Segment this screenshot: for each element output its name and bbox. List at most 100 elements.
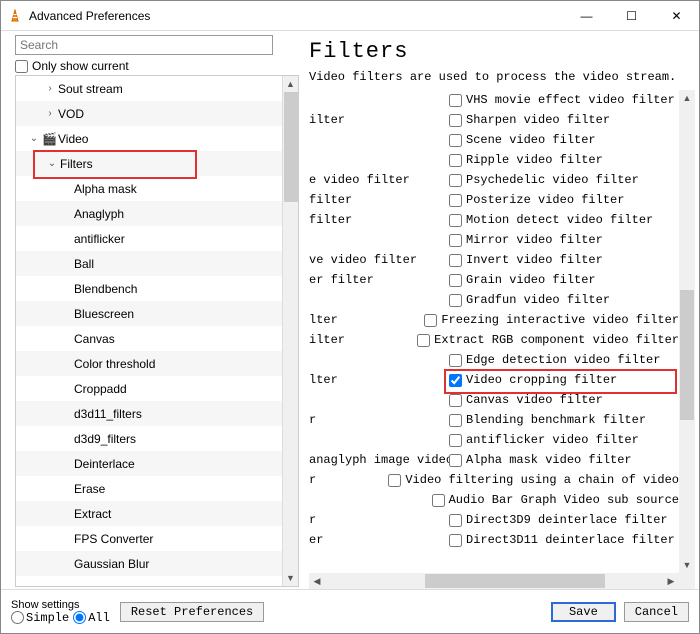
only-show-current-label: Only show current — [32, 59, 129, 73]
tree-item-extract[interactable]: Extract — [16, 501, 282, 526]
filter-list: VHS movie effect video filterilterSharpe… — [309, 90, 679, 573]
tree-item-label: Erase — [74, 482, 105, 496]
tree-item-label: antiflicker — [74, 232, 125, 246]
scroll-up-icon[interactable]: ▲ — [283, 76, 298, 92]
filter-label: Scene video filter — [466, 133, 596, 147]
tree-item-d3d11-filters[interactable]: d3d11_filters — [16, 401, 282, 426]
filter-checkbox[interactable] — [449, 154, 462, 167]
radio-all[interactable]: All — [73, 611, 110, 625]
tree-item-d3d9-filters[interactable]: d3d9_filters — [16, 426, 282, 451]
tree-item-label: Color threshold — [74, 357, 155, 371]
tree-item-gaussian-blur[interactable]: Gaussian Blur — [16, 551, 282, 576]
tree-item-ball[interactable]: Ball — [16, 251, 282, 276]
filter-checkbox[interactable] — [449, 194, 462, 207]
scroll-up-icon[interactable]: ▲ — [679, 90, 695, 106]
close-button[interactable]: ✕ — [654, 1, 699, 30]
filter-checkbox[interactable] — [449, 434, 462, 447]
filter-checkbox[interactable] — [449, 214, 462, 227]
tree-video[interactable]: ⌄🎬Video — [16, 126, 282, 151]
tree-item-alpha-mask[interactable]: Alpha mask — [16, 176, 282, 201]
filter-checkbox[interactable] — [449, 414, 462, 427]
scroll-thumb[interactable] — [284, 92, 298, 202]
filter-checkbox[interactable] — [449, 374, 462, 387]
scroll-right-icon[interactable]: ▶ — [663, 576, 679, 587]
filter-checkbox[interactable] — [449, 454, 462, 467]
cancel-button[interactable]: Cancel — [624, 602, 689, 622]
filter-row: Ripple video filter — [309, 150, 679, 170]
maximize-button[interactable]: ☐ — [609, 1, 654, 30]
tree-item-canvas[interactable]: Canvas — [16, 326, 282, 351]
vlc-icon — [7, 8, 23, 24]
content-area: Only show current ›Sout stream ›VOD ⌄🎬Vi… — [1, 31, 699, 589]
filter-row: VHS movie effect video filter — [309, 90, 679, 110]
radio-simple-input[interactable] — [11, 611, 24, 624]
filter-checkbox[interactable] — [449, 114, 462, 127]
filter-label: Alpha mask video filter — [466, 453, 632, 467]
filter-checkbox[interactable] — [449, 294, 462, 307]
scroll-left-icon[interactable]: ◀ — [309, 576, 325, 587]
filter-row: anaglyph image video filterAlpha mask vi… — [309, 450, 679, 470]
tree-item-anaglyph[interactable]: Anaglyph — [16, 201, 282, 226]
chevron-right-icon: › — [44, 83, 56, 94]
filter-checkbox[interactable] — [449, 174, 462, 187]
settings-tree: ›Sout stream ›VOD ⌄🎬Video ⌄Filters Alpha… — [16, 76, 282, 576]
filter-label: antiflicker video filter — [466, 433, 639, 447]
filter-row: Edge detection video filter — [309, 350, 679, 370]
filter-row: erDirect3D11 deinterlace filter — [309, 530, 679, 550]
tree-item-bluescreen[interactable]: Bluescreen — [16, 301, 282, 326]
tree-item-color-threshold[interactable]: Color threshold — [16, 351, 282, 376]
filter-checkbox[interactable] — [449, 534, 462, 547]
filter-checkbox[interactable] — [388, 474, 401, 487]
scroll-thumb[interactable] — [680, 290, 694, 420]
only-show-current-checkbox[interactable] — [15, 60, 28, 73]
radio-simple[interactable]: Simple — [11, 611, 69, 625]
titlebar: Advanced Preferences — ☐ ✕ — [1, 1, 699, 31]
filter-checkbox[interactable] — [449, 274, 462, 287]
filter-checkbox[interactable] — [449, 514, 462, 527]
filter-left-fragment: r — [309, 473, 388, 487]
filter-checkbox[interactable] — [449, 354, 462, 367]
tree-item-deinterlace[interactable]: Deinterlace — [16, 451, 282, 476]
tree-item-erase[interactable]: Erase — [16, 476, 282, 501]
minimize-button[interactable]: — — [564, 1, 609, 30]
tree-container: ›Sout stream ›VOD ⌄🎬Video ⌄Filters Alpha… — [15, 75, 299, 587]
filter-label: Invert video filter — [466, 253, 603, 267]
tree-item-fps-converter[interactable]: FPS Converter — [16, 526, 282, 551]
search-input[interactable] — [15, 35, 273, 55]
tree-item-antiflicker[interactable]: antiflicker — [16, 226, 282, 251]
tree-item-label: Anaglyph — [74, 207, 124, 221]
filter-left-fragment: r — [309, 413, 449, 427]
show-settings-label: Show settings — [11, 599, 110, 611]
tree-item-label: FPS Converter — [74, 532, 153, 546]
filter-checkbox[interactable] — [449, 94, 462, 107]
scroll-down-icon[interactable]: ▼ — [283, 570, 298, 586]
footer: Show settings Simple All Reset Preferenc… — [1, 589, 699, 633]
filter-checkbox[interactable] — [449, 234, 462, 247]
filter-checkbox[interactable] — [432, 494, 445, 507]
filters-vscrollbar[interactable]: ▲ ▼ — [679, 90, 695, 573]
tree-item-croppadd[interactable]: Croppadd — [16, 376, 282, 401]
tree-vod[interactable]: ›VOD — [16, 101, 282, 126]
tree-item-blendbench[interactable]: Blendbench — [16, 276, 282, 301]
filter-checkbox[interactable] — [449, 394, 462, 407]
radio-all-input[interactable] — [73, 611, 86, 624]
scroll-down-icon[interactable]: ▼ — [679, 557, 695, 573]
filter-label: Freezing interactive video filter — [441, 313, 679, 327]
filter-checkbox[interactable] — [417, 334, 430, 347]
reset-preferences-button[interactable]: Reset Preferences — [120, 602, 264, 622]
chevron-down-icon: ⌄ — [28, 133, 40, 144]
filter-checkbox[interactable] — [424, 314, 437, 327]
scroll-thumb[interactable] — [425, 574, 605, 588]
tree-sout-stream[interactable]: ›Sout stream — [16, 76, 282, 101]
filter-row: Mirror video filter — [309, 230, 679, 250]
filters-hscrollbar[interactable]: ◀ ▶ — [309, 573, 695, 589]
tree-scrollbar[interactable]: ▲ ▼ — [282, 76, 298, 586]
filter-checkbox[interactable] — [449, 254, 462, 267]
tree-item-label: d3d9_filters — [74, 432, 136, 446]
save-button[interactable]: Save — [551, 602, 616, 622]
filter-checkbox[interactable] — [449, 134, 462, 147]
filter-row: Audio Bar Graph Video sub source — [309, 490, 679, 510]
filter-row: filterPosterize video filter — [309, 190, 679, 210]
tree-filters[interactable]: ⌄Filters — [16, 151, 282, 176]
only-show-current-row[interactable]: Only show current — [15, 59, 299, 73]
